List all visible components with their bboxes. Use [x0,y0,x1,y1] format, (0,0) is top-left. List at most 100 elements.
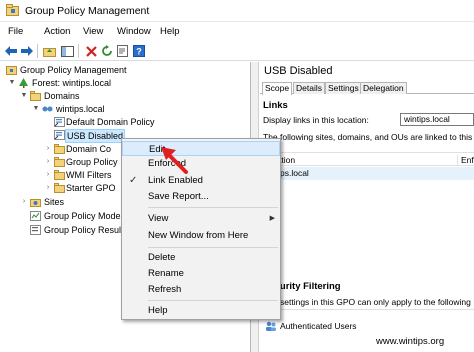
window-title: Group Policy Management [25,5,150,17]
tree-label: Sites [44,197,65,207]
watermark: www.wintips.org [376,336,445,347]
expand-chevron-icon[interactable]: › [44,143,52,155]
menu-item-label: View [148,213,169,224]
group-policy-app-icon [6,4,19,16]
toolbar-separator [37,44,38,58]
menu-item-new-window[interactable]: New Window from Here [122,228,280,243]
menu-item-label: Refresh [148,284,182,295]
tree-label: Default Domain Policy [66,117,155,127]
modeling-icon [30,211,41,221]
tree-label: Starter GPO [66,183,116,193]
tree-item-domains[interactable]: ▼ Domains [0,90,250,102]
tree-item-forest[interactable]: ▼ Forest: wintips.local [0,77,250,89]
menu-item-edit[interactable]: Edit... [122,141,280,156]
svg-text:?: ? [136,47,142,57]
menu-item-view[interactable]: View ▶ [122,211,280,226]
tree-label: WMI Filters [66,170,112,180]
menu-item-save-report[interactable]: Save Report... [122,189,280,204]
tab-details[interactable]: Details [293,82,325,94]
links-grid-header: Location Enfo [260,152,474,166]
up-folder-icon[interactable] [42,44,56,58]
tree-label: Group Policy Resul [44,225,122,235]
menu-item-label: New Window from Here [148,230,249,241]
submenu-arrow-icon: ▶ [269,215,275,222]
annotation-arrow-icon [161,147,188,174]
back-arrow-icon[interactable] [4,44,18,58]
menu-view[interactable]: View [83,26,103,37]
menu-separator [148,300,278,301]
gpo-title: USB Disabled [264,65,333,77]
help-icon[interactable]: ? [132,44,146,58]
menu-help[interactable]: Help [160,26,180,37]
menu-item-label: Delete [148,252,176,263]
show-hide-tree-icon[interactable] [60,44,74,58]
menu-item-label: Save Report... [148,191,209,202]
expand-chevron-icon[interactable]: › [20,196,28,208]
forest-icon [19,78,28,88]
forward-arrow-icon[interactable] [20,44,34,58]
menu-item-help[interactable]: Help [122,303,280,318]
folder-icon [30,91,41,101]
tree-label: wintips.local [56,104,105,114]
menu-action[interactable]: Action [44,26,70,37]
details-pane: USB Disabled Scope Details Settings Dele… [260,62,474,352]
tree-item-default-domain-policy[interactable]: Default Domain Policy [0,116,250,128]
menu-item-link-enabled[interactable]: ✓ Link Enabled [122,173,280,188]
refresh-icon[interactable] [100,44,114,58]
toolbar: ? [0,41,474,61]
folder-icon [54,170,65,180]
tree-label: Group Policy [66,157,118,167]
expand-chevron-icon[interactable]: › [44,156,52,168]
filter-grid-divider [260,309,474,310]
table-row[interactable]: wintips.local [260,167,474,180]
collapse-chevron-icon[interactable]: ▼ [32,103,40,115]
checkmark-icon: ✓ [129,175,138,186]
menu-separator [148,247,278,248]
tree-label: Domains [44,91,80,101]
sites-icon [30,199,41,207]
links-heading: Links [263,100,288,111]
location-select-value: wintips.local [404,114,450,124]
menu-item-label: Rename [148,268,184,279]
folder-icon [54,183,65,193]
column-enforced[interactable]: Enfo [457,155,474,165]
menu-item-refresh[interactable]: Refresh [122,282,280,297]
gpo-header: USB Disabled [260,62,474,80]
authenticated-users-label: Authenticated Users [280,321,357,331]
context-menu: Edit... Enforced ✓ Link Enabled Save Rep… [121,138,281,320]
tree-item-root[interactable]: Group Policy Management [0,64,250,76]
export-icon[interactable] [116,44,130,58]
folder-icon [54,157,65,167]
tree-label: Group Policy Modeli [44,211,125,221]
display-links-label: Display links in this location: [263,115,369,125]
menu-item-delete[interactable]: Delete [122,250,280,265]
menu-item-rename[interactable]: Rename [122,266,280,281]
menu-window[interactable]: Window [117,26,151,37]
collapse-chevron-icon[interactable]: ▼ [8,77,16,89]
tab-delegation[interactable]: Delegation [360,82,407,94]
gpo-link-icon [54,130,65,140]
tree-label: USB Disabled [65,129,126,143]
menu-separator [148,207,278,208]
users-group-icon [266,321,276,331]
menu-bar: File Action View Window Help [0,22,474,41]
tab-settings[interactable]: Settings [325,82,362,94]
menu-item-label: Help [148,305,168,316]
ou-folder-icon [54,144,65,154]
menu-file[interactable]: File [8,26,23,37]
delete-x-icon[interactable] [84,44,98,58]
gpm-root-icon [6,66,17,75]
list-item[interactable]: Authenticated Users [260,320,474,334]
location-select[interactable]: wintips.local [400,113,474,126]
linked-locations-text: The following sites, domains, and OUs ar… [263,132,474,142]
toolbar-separator [78,44,79,58]
expand-chevron-icon[interactable]: › [44,169,52,181]
menu-item-enforced[interactable]: Enforced [122,156,280,171]
tab-strip: Scope Details Settings Delegation [260,81,474,95]
tab-scope[interactable]: Scope [262,82,293,95]
tree-item-domain[interactable]: ▼ wintips.local [0,103,250,115]
collapse-chevron-icon[interactable]: ▼ [20,90,28,102]
expand-chevron-icon[interactable]: › [44,182,52,194]
security-filtering-text: The settings in this GPO can only apply … [263,297,471,307]
results-icon [30,225,41,235]
